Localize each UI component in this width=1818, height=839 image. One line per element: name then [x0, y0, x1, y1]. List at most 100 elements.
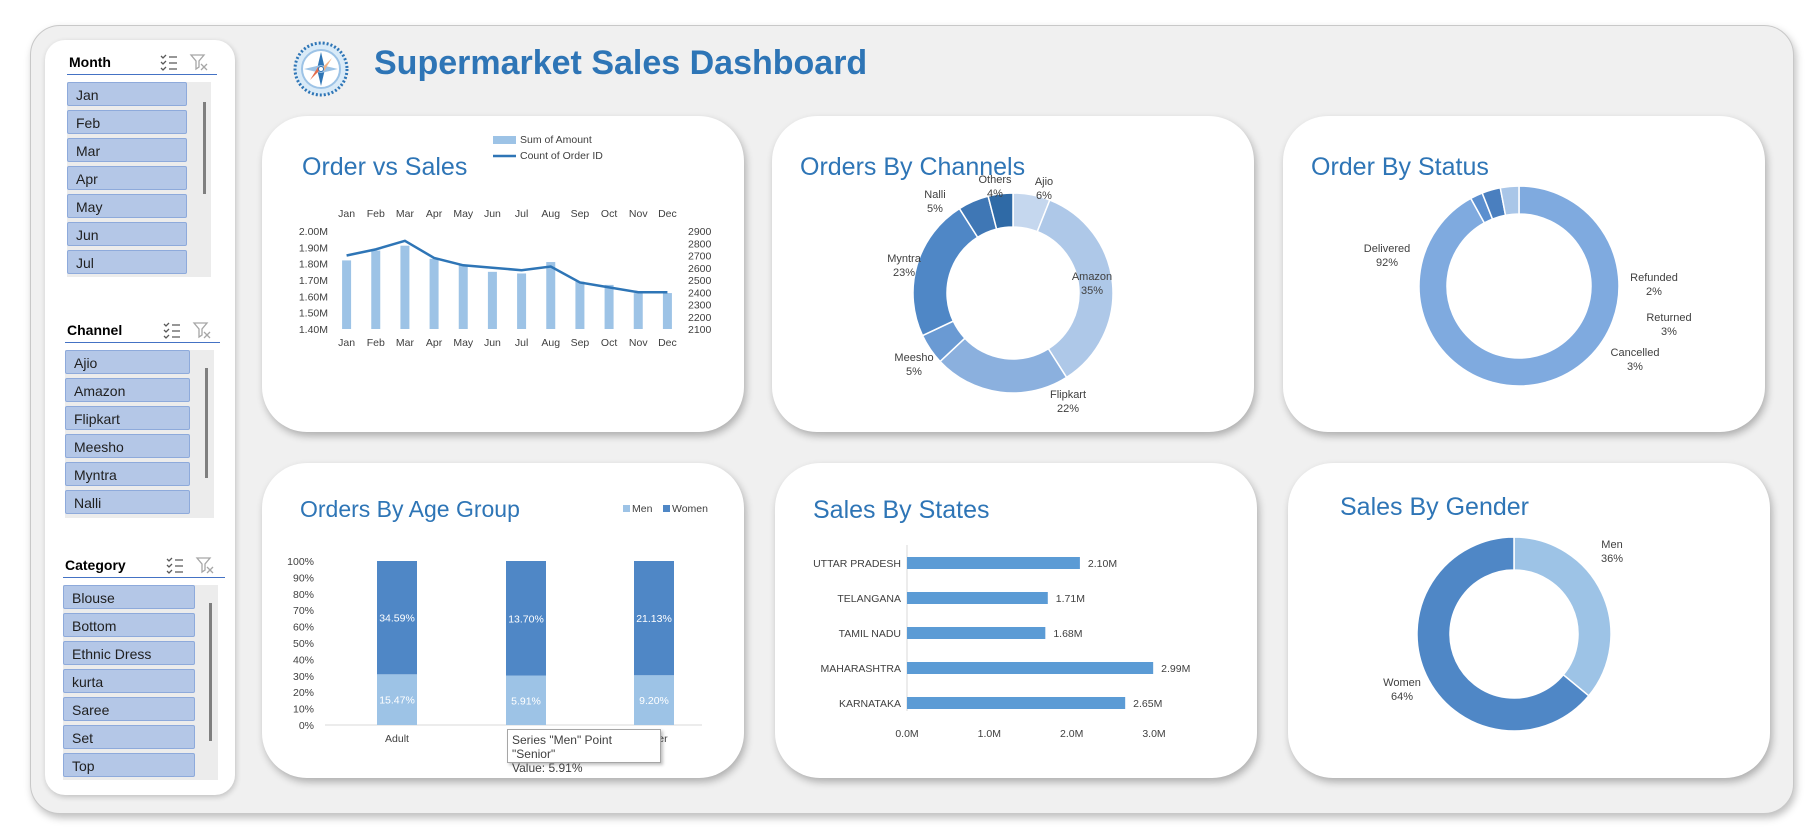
x-top-tick-label: Feb: [367, 208, 385, 220]
x-top-tick-label: May: [453, 208, 474, 220]
slicer-item-month[interactable]: Apr: [67, 166, 187, 190]
slice-label: Refunded: [1630, 272, 1678, 284]
slicer-item-category[interactable]: Saree: [63, 697, 195, 721]
women-data-label: 21.13%: [636, 613, 672, 625]
slicer-item-month[interactable]: May: [67, 194, 187, 218]
legend-label: Women: [672, 503, 708, 515]
orders-line: [346, 239, 668, 294]
slicer-item-channel[interactable]: Amazon: [65, 378, 190, 402]
y-right-tick-label: 2300: [688, 300, 712, 312]
x-tick-label: Sep: [571, 337, 590, 349]
y-tick-label: TELANGANA: [837, 593, 901, 605]
y-tick-label: 20%: [293, 687, 314, 699]
month-slicer-header: Month: [67, 52, 217, 75]
y-tick-label: MAHARASHTRA: [820, 663, 901, 675]
sales-bar: [371, 250, 381, 329]
legend-swatch: [493, 136, 516, 144]
slice-label: Women: [1383, 677, 1421, 689]
order-by-status-panel: Order By Status Delivered 92% Refunded 2% Re…: [1283, 116, 1765, 432]
x-tick-label: Adult: [385, 733, 409, 745]
x-top-tick-label: Aug: [541, 208, 560, 220]
multi-select-icon[interactable]: [162, 320, 182, 340]
slice-label: Others: [978, 174, 1012, 186]
y-tick-label: 30%: [293, 671, 314, 683]
slicer-item-month[interactable]: Jun: [67, 222, 187, 246]
month-slicer-scrollbar[interactable]: [203, 102, 206, 194]
compass-logo-icon: [293, 41, 349, 97]
sales-bar: [342, 260, 352, 329]
x-top-tick-label: Jul: [515, 208, 528, 220]
slicer-item-channel[interactable]: Ajio: [65, 350, 190, 374]
slicer-item-month[interactable]: Feb: [67, 110, 187, 134]
slicer-item-month[interactable]: Jul: [67, 250, 187, 274]
slice-label: Men: [1601, 539, 1622, 551]
slice-label: Myntra: [887, 253, 922, 265]
x-tick-label: Jun: [484, 337, 501, 349]
slicer-item-channel[interactable]: Myntra: [65, 462, 190, 486]
x-top-tick-label: Oct: [601, 208, 617, 220]
state-bar: [907, 697, 1126, 709]
category-slicer-list: Blouse Bottom Ethnic Dress kurta Saree S…: [63, 585, 218, 780]
slice-value-label: 3%: [1661, 326, 1677, 338]
category-slicer-scrollbar[interactable]: [209, 603, 212, 741]
slicer-item-channel[interactable]: Flipkart: [65, 406, 190, 430]
legend-swatch: [663, 505, 670, 512]
x-tick-label: Nov: [629, 337, 648, 349]
y-right-tick-label: 2600: [688, 263, 712, 275]
sales-by-gender-chart: Men 36% Women 64%: [1383, 536, 1623, 732]
sales-bar: [458, 265, 468, 329]
x-tick-label: Apr: [426, 337, 443, 349]
y-left-tick-label: 2.00M: [299, 226, 328, 238]
category-slicer: Category Blouse Bottom Ethnic Dress kurt…: [63, 555, 225, 790]
x-tick-label: Jan: [338, 337, 355, 349]
clear-filter-icon[interactable]: [192, 320, 212, 340]
slicer-item-category[interactable]: Blouse: [63, 585, 195, 609]
y-right-tick-label: 2800: [688, 238, 712, 250]
orders-by-channels-panel: Orders By Channels Ajio 6% Amazon 35% Flipka…: [772, 116, 1254, 432]
tooltip-value-line: Value: 5.91%: [512, 761, 583, 775]
y-tick-label: 40%: [293, 654, 314, 666]
women-data-label: 13.70%: [508, 613, 544, 625]
y-tick-label: 80%: [293, 589, 314, 601]
slicer-item-category[interactable]: kurta: [63, 669, 195, 693]
multi-select-icon[interactable]: [159, 52, 179, 72]
y-right-tick-label: 2500: [688, 275, 712, 287]
clear-filter-icon[interactable]: [195, 555, 215, 575]
sales-bar: [517, 273, 527, 329]
slice-value-label: 4%: [987, 188, 1003, 200]
slicer-item-month[interactable]: Mar: [67, 138, 187, 162]
month-slicer-title: Month: [69, 54, 111, 70]
x-top-tick-label: Sep: [571, 208, 590, 220]
state-bar: [907, 557, 1080, 569]
slice-label: Returned: [1646, 312, 1691, 324]
y-right-tick-label: 2700: [688, 251, 712, 263]
x-tick-label: Oct: [601, 337, 617, 349]
slicer-item-category[interactable]: Ethnic Dress: [63, 641, 195, 665]
slicer-item-channel[interactable]: Nalli: [65, 490, 190, 514]
channel-slicer-scrollbar[interactable]: [205, 368, 208, 478]
slice-label: Amazon: [1072, 271, 1112, 283]
slicer-item-category[interactable]: Bottom: [63, 613, 195, 637]
x-top-tick-label: Mar: [396, 208, 415, 220]
slicer-item-channel[interactable]: Meesho: [65, 434, 190, 458]
sales-bar: [604, 284, 614, 329]
bar-data-label: 2.10M: [1088, 558, 1117, 570]
clear-filter-icon[interactable]: [189, 52, 209, 72]
men-data-label: 5.91%: [511, 695, 541, 707]
orders-by-channels-chart: Ajio 6% Amazon 35% Flipkart 22% Meesho 5% Myntra…: [887, 174, 1114, 415]
orders-by-age-group-panel: Orders By Age Group 100% 90% 80% 70% 60% 50% 4…: [262, 463, 744, 778]
page-title: Supermarket Sales Dashboard: [374, 44, 868, 82]
slicer-item-month[interactable]: Jan: [67, 82, 187, 106]
slicer-item-category[interactable]: Top: [63, 753, 195, 777]
legend-label: Sum of Amount: [520, 134, 592, 146]
category-slicer-title: Category: [65, 557, 126, 573]
sales-bar: [633, 293, 643, 329]
slice-value-label: 5%: [906, 366, 922, 378]
slicer-item-category[interactable]: Set: [63, 725, 195, 749]
bar-data-label: 1.71M: [1056, 593, 1085, 605]
slice-label: Flipkart: [1050, 389, 1086, 401]
multi-select-icon[interactable]: [165, 555, 185, 575]
x-tick-label: 3.0M: [1142, 728, 1165, 740]
sales-bar: [487, 271, 497, 329]
sales-bar: [429, 258, 439, 329]
